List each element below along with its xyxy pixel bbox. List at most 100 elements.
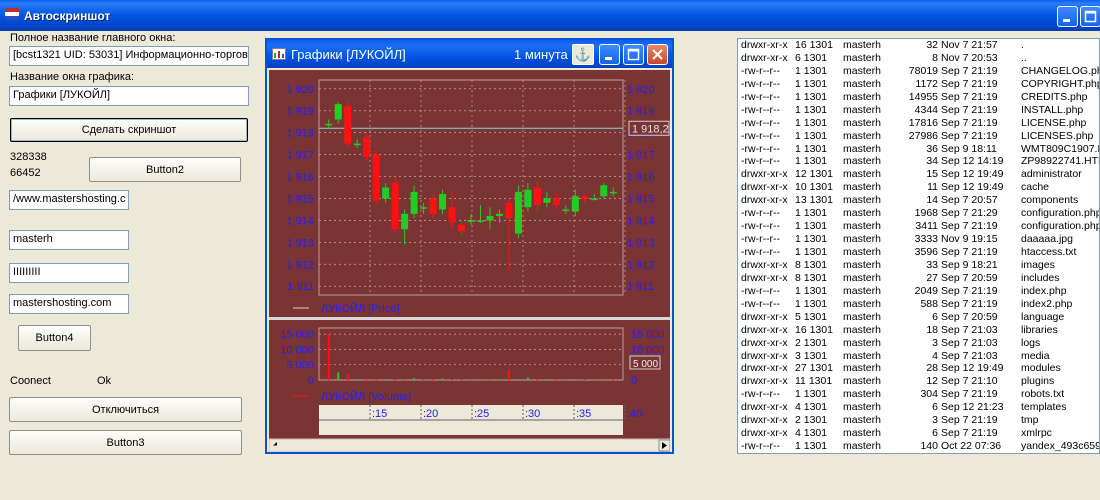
list-cell: Sep 7 21:19	[941, 284, 998, 297]
list-cell: 1 1301	[795, 90, 828, 103]
list-cell: images	[1021, 258, 1055, 271]
button2[interactable]: Button2	[89, 157, 241, 182]
list-item[interactable]: -rw-r--r-- 1 1301 masterh 17816 Sep 7 21:19 L…	[738, 117, 1099, 130]
host-field[interactable]: mastershosting.com	[9, 294, 129, 314]
maximize-icon	[627, 48, 640, 61]
list-item[interactable]: drwxr-xr-x 27 1301 masterh 28 Sep 12 19:49 mo…	[738, 362, 1099, 375]
list-item[interactable]: -rw-r--r-- 1 1301 masterh 588 Sep 7 21:19 ind…	[738, 298, 1099, 311]
username-field[interactable]: masterh	[9, 230, 129, 250]
list-item[interactable]: drwxr-xr-x 12 1301 masterh 15 Sep 12 19:49 ad…	[738, 168, 1099, 181]
list-item[interactable]: drwxr-xr-x 4 1301 masterh 6 Sep 12 21:23 temp…	[738, 401, 1099, 414]
volume-tick-label: 0	[308, 375, 314, 387]
list-cell: 3 1301	[795, 349, 828, 362]
list-item[interactable]: -rw-r--r-- 1 1301 masterh 304 Sep 7 21:19 rob…	[738, 388, 1099, 401]
list-cell: components	[1021, 194, 1079, 207]
candle-body	[401, 213, 409, 230]
list-cell: 140	[920, 440, 938, 453]
list-cell: Sep 9 18:21	[941, 258, 998, 271]
volume-bar	[365, 377, 368, 380]
url-field[interactable]: /www.mastershosting.c	[9, 190, 129, 210]
list-cell: Sep 9 18:11	[941, 142, 997, 155]
disconnect-button[interactable]: Отключиться	[9, 397, 242, 422]
title-bar: Автоскриншот	[0, 0, 1100, 31]
list-item[interactable]: drwxr-xr-x 6 1301 masterh 8 Nov 7 20:53..	[738, 52, 1099, 65]
volume-tick-label: 5 000	[286, 360, 314, 372]
screenshot-button[interactable]: Сделать скриншот	[10, 118, 248, 142]
candle-body	[505, 202, 513, 219]
list-cell: 1 1301	[795, 64, 828, 77]
list-item[interactable]: -rw-r--r-- 1 1301 masterh 3411 Sep 7 21:19 co…	[738, 220, 1099, 233]
list-cell: 1 1301	[795, 297, 828, 310]
chart-window-label: Название окна графика:	[10, 71, 135, 83]
list-item[interactable]: drwxr-xr-x 16 1301 masterh 18 Sep 7 21:03 lib…	[738, 324, 1099, 337]
list-cell: masterh	[843, 258, 881, 271]
list-cell: htaccess.txt	[1021, 246, 1077, 258]
button3[interactable]: Button3	[9, 430, 242, 455]
list-item[interactable]: -rw-r--r-- 1 1301 masterh 2049 Sep 7 21:19 in…	[738, 285, 1099, 298]
list-item[interactable]: -rw-r--r-- 1 1301 masterh 1172 Sep 7 21:19 CO…	[738, 78, 1099, 91]
chart-window-field[interactable]: Графики [ЛУКОЙЛ]	[9, 86, 249, 106]
list-item[interactable]: -rw-r--r-- 1 1301 masterh 140 Oct 22 07:36 ya…	[738, 440, 1099, 453]
list-cell: Sep 12 21:23	[941, 401, 1004, 414]
list-item[interactable]: -rw-r--r-- 1 1301 masterh 3333 Nov 9 19:15 da…	[738, 233, 1099, 246]
list-item[interactable]: drwxr-xr-x 5 1301 masterh 6 Sep 7 20:59 langu…	[738, 311, 1099, 324]
list-item[interactable]: -rw-r--r-- 1 1301 masterh 1968 Sep 7 21:29 co…	[738, 207, 1099, 220]
list-item[interactable]: drwxr-xr-x 8 1301 masterh 33 Sep 9 18:21 imag…	[738, 259, 1099, 272]
timeframe-label[interactable]: 1 минута	[514, 47, 568, 62]
list-cell: index2.php	[1021, 297, 1073, 310]
list-item[interactable]: -rw-r--r-- 1 1301 masterh 36 Sep 9 18:11 WMT8…	[738, 143, 1099, 156]
list-item[interactable]: -rw-r--r-- 1 1301 masterh 78019 Sep 7 21:19 C…	[738, 65, 1099, 78]
list-item[interactable]: drwxr-xr-x 4 1301 masterh 6 Sep 7 21:19 xmlrp…	[738, 427, 1099, 440]
list-cell: 33	[926, 258, 938, 271]
price-panel	[269, 70, 670, 318]
volume-bar	[593, 379, 596, 380]
list-cell: masterh	[843, 207, 881, 220]
list-item[interactable]: -rw-r--r-- 1 1301 masterh 14955 Sep 7 21:19 C…	[738, 91, 1099, 104]
time-tick-label: :35	[576, 408, 591, 420]
list-cell: INSTALL.php	[1021, 103, 1084, 116]
list-cell: 6	[932, 401, 938, 414]
list-cell: 27986	[908, 129, 938, 142]
list-item[interactable]: -rw-r--r-- 1 1301 masterh 34 Sep 12 14:19 ZP9…	[738, 155, 1099, 168]
main-window-field[interactable]: [bcst1321 UID: 53031] Информационно-торг…	[9, 46, 249, 66]
password-field[interactable]: IIIIIIIII	[9, 263, 129, 283]
list-item[interactable]: drwxr-xr-x 2 1301 masterh 3 Sep 7 21:19 tmp	[738, 414, 1099, 427]
chart-close-button[interactable]	[647, 44, 668, 65]
list-item[interactable]: drwxr-xr-x 16 1301 masterh 32 Nov 7 21:57.	[738, 39, 1099, 52]
chart-minimize-button[interactable]	[599, 44, 620, 65]
candle-body	[410, 191, 418, 214]
list-item[interactable]: -rw-r--r-- 1 1301 masterh 4344 Sep 7 21:19 IN…	[738, 104, 1099, 117]
list-item[interactable]: drwxr-xr-x 10 1301 masterh 11 Sep 12 19:49 ca…	[738, 181, 1099, 194]
list-cell: 2 1301	[795, 336, 828, 349]
list-cell: Sep 7 21:19	[941, 427, 998, 440]
list-cell: Sep 7 21:19	[941, 388, 998, 401]
volume-bar	[602, 379, 605, 380]
list-cell: administrator	[1021, 168, 1082, 181]
list-cell: masterh	[843, 336, 881, 349]
list-cell: 27 1301	[795, 362, 833, 375]
volume-bar	[536, 378, 539, 380]
list-item[interactable]: drwxr-xr-x 8 1301 masterh 27 Sep 7 20:59 incl…	[738, 272, 1099, 285]
maximize-button[interactable]	[1080, 6, 1100, 27]
list-item[interactable]: drwxr-xr-x 11 1301 masterh 12 Sep 7 21:10 plu…	[738, 375, 1099, 388]
list-cell: 34	[926, 155, 938, 168]
main-window-label: Полное название главного окна:	[10, 32, 176, 44]
list-item[interactable]: -rw-r--r-- 1 1301 masterh 3596 Sep 7 21:19 ht…	[738, 246, 1099, 259]
button4[interactable]: Button4	[18, 325, 91, 351]
y-tick-label-right: 1 920	[627, 84, 655, 96]
list-cell: masterh	[843, 64, 881, 77]
chart-area[interactable]: 1 911 1 911 1 912 1 912 1 913 1 913 1 914 1 914…	[269, 70, 670, 452]
list-item[interactable]: drwxr-xr-x 3 1301 masterh 4 Sep 7 21:03 media	[738, 350, 1099, 363]
anchor-button[interactable]: ⚓	[572, 44, 594, 65]
list-item[interactable]: -rw-r--r-- 1 1301 masterh 27986 Sep 7 21:19 L…	[738, 130, 1099, 143]
list-cell: 1 1301	[795, 142, 828, 155]
ftp-listing[interactable]: drwxr-xr-x 16 1301 masterh 32 Nov 7 21:57. d…	[737, 38, 1100, 454]
list-item[interactable]: drwxr-xr-x 2 1301 masterh 3 Sep 7 21:03 logs	[738, 337, 1099, 350]
chart-maximize-button[interactable]	[623, 44, 644, 65]
minimize-button[interactable]	[1057, 6, 1078, 27]
list-cell: -rw-r--r--	[741, 440, 781, 453]
list-item[interactable]: drwxr-xr-x 13 1301 masterh 14 Sep 7 20:57 com…	[738, 194, 1099, 207]
status-label: Coonect	[10, 375, 51, 387]
list-cell: masterh	[843, 427, 881, 440]
list-cell: 17816	[908, 116, 938, 129]
